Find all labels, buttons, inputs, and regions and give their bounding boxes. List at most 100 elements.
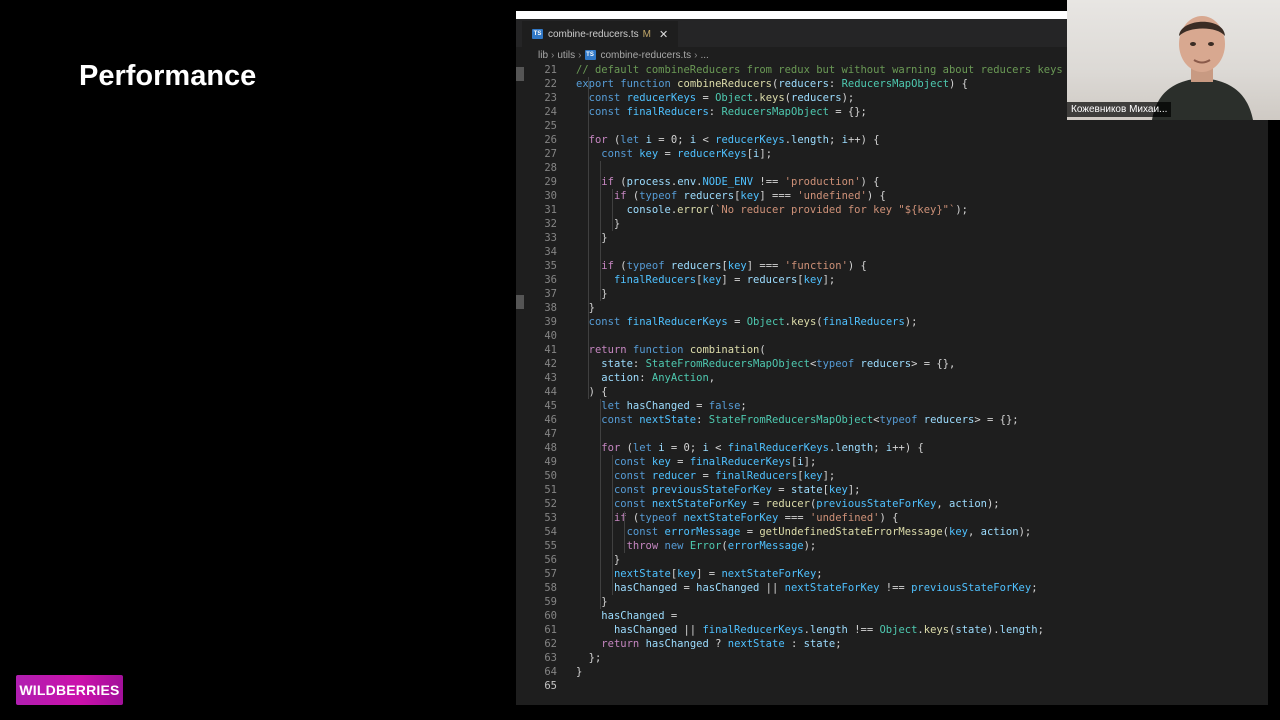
code-token: state — [601, 358, 633, 370]
code-line[interactable]: 46 const nextState: StateFromReducersMap… — [516, 413, 1268, 427]
code-token: ) { — [576, 386, 608, 398]
code-token: length — [791, 134, 829, 146]
code-line[interactable]: 48 for (let i = 0; i < finalReducerKeys.… — [516, 441, 1268, 455]
code-line[interactable]: 57 nextState[key] = nextStateForKey; — [516, 567, 1268, 581]
line-text: const nextStateForKey = reducer(previous… — [576, 497, 1000, 511]
chevron-right-icon: › — [694, 49, 698, 61]
code-token: ( — [759, 344, 766, 356]
line-number: 33 — [544, 232, 557, 244]
code-token: finalReducers — [613, 274, 697, 286]
code-line[interactable]: 27 const key = reducerKeys[i]; — [516, 147, 1268, 161]
code-line[interactable]: 38 } — [516, 301, 1268, 315]
code-token: , — [936, 498, 950, 510]
code-line[interactable]: 31 console.error(`No reducer provided fo… — [516, 203, 1268, 217]
code-line[interactable]: 54 const errorMessage = getUndefinedStat… — [516, 525, 1268, 539]
code-token: = — [746, 498, 766, 510]
code-line[interactable]: 32 } — [516, 217, 1268, 231]
typescript-file-icon: TS — [532, 29, 543, 39]
code-token: 'undefined' — [809, 512, 880, 524]
code-token: Object — [879, 624, 918, 636]
editor-tab[interactable]: TS combine-reducers.ts M ✕ — [522, 21, 679, 47]
code-line[interactable]: 25 — [516, 119, 1268, 133]
code-line[interactable]: 55 throw new Error(errorMessage); — [516, 539, 1268, 553]
code-line[interactable]: 36 finalReducers[key] = reducers[key]; — [516, 273, 1268, 287]
code-token: state — [790, 484, 823, 496]
code-line[interactable]: 45 let hasChanged = false; — [516, 399, 1268, 413]
code-token: }; — [576, 652, 602, 664]
code-line[interactable]: 33 } — [516, 231, 1268, 245]
code-token: reducers — [670, 260, 722, 272]
indent-guide — [612, 189, 613, 231]
code-line[interactable]: 28 — [516, 161, 1268, 175]
code-token: : — [784, 638, 804, 650]
code-token: nextStateForKey — [721, 568, 817, 580]
code-token: : — [696, 414, 709, 426]
code-line[interactable]: 60 hasChanged = — [516, 609, 1268, 623]
code-line[interactable]: 59 } — [516, 595, 1268, 609]
breadcrumb-item[interactable]: utils — [557, 50, 575, 61]
breadcrumb-item[interactable]: combine-reducers.ts — [601, 50, 692, 61]
code-line[interactable]: 29 if (process.env.NODE_ENV !== 'product… — [516, 175, 1268, 189]
code-line[interactable]: 61 hasChanged || finalReducerKeys.length… — [516, 623, 1268, 637]
code-token: ) { — [847, 260, 867, 272]
code-token: reducers — [778, 78, 829, 90]
code-line[interactable]: 63 }; — [516, 651, 1268, 665]
code-token: ]; — [759, 148, 773, 160]
code-line[interactable]: 51 const previousStateForKey = state[key… — [516, 483, 1268, 497]
code-line[interactable]: 49 const key = finalReducerKeys[i]; — [516, 455, 1268, 469]
breadcrumb-item[interactable]: ... — [700, 50, 708, 61]
line-number: 29 — [544, 176, 557, 188]
code-token: ). — [986, 624, 1000, 636]
code-line[interactable]: 44 ) { — [516, 385, 1268, 399]
code-line[interactable]: 41 return function combination( — [516, 343, 1268, 357]
code-line[interactable]: 52 const nextStateForKey = reducer(previ… — [516, 497, 1268, 511]
breadcrumb-item[interactable]: lib — [538, 50, 548, 61]
code-token: hasChanged — [645, 638, 709, 650]
code-token: error — [677, 204, 709, 216]
code-token: ]; — [847, 484, 861, 496]
code-line[interactable]: 50 const reducer = finalReducers[key]; — [516, 469, 1268, 483]
code-line[interactable]: 58 hasChanged = hasChanged || nextStateF… — [516, 581, 1268, 595]
code-line[interactable]: 37 } — [516, 287, 1268, 301]
line-text: } — [576, 595, 607, 609]
code-token: ] === — [746, 260, 785, 272]
code-line[interactable]: 56 } — [516, 553, 1268, 567]
code-line[interactable]: 43 action: AnyAction, — [516, 371, 1268, 385]
code-token: process — [626, 176, 671, 188]
code-line[interactable]: 47 — [516, 427, 1268, 441]
close-icon[interactable]: ✕ — [659, 28, 668, 41]
code-token: ) { — [860, 176, 880, 188]
line-number: 61 — [544, 624, 557, 636]
code-line[interactable]: 39 const finalReducerKeys = Object.keys(… — [516, 315, 1268, 329]
code-line[interactable]: 40 — [516, 329, 1268, 343]
code-token: ; — [1037, 624, 1044, 636]
code-token: hasChanged — [601, 610, 665, 622]
line-text: const reducer = finalReducers[key]; — [576, 469, 835, 483]
code-area[interactable]: 21 // default combineReducers from redux … — [516, 63, 1268, 693]
code-line[interactable]: 30 if (typeof reducers[key] === 'undefin… — [516, 189, 1268, 203]
code-token: const — [613, 470, 652, 482]
code-token: ; — [828, 134, 842, 146]
code-line[interactable]: 65 — [516, 679, 1268, 693]
code-line[interactable]: 53 if (typeof nextStateForKey === 'undef… — [516, 511, 1268, 525]
code-line[interactable]: 42 state: StateFromReducersMapObject<typ… — [516, 357, 1268, 371]
code-token: function — [620, 78, 678, 90]
code-line[interactable]: 35 if (typeof reducers[key] === 'functio… — [516, 259, 1268, 273]
code-line[interactable]: 62 return hasChanged ? nextState : state… — [516, 637, 1268, 651]
line-number: 40 — [544, 330, 557, 342]
code-line[interactable]: 64} — [516, 665, 1268, 679]
indent-guide — [600, 161, 601, 301]
code-line[interactable]: 26 for (let i = 0; i < reducerKeys.lengt… — [516, 133, 1268, 147]
code-token: } — [576, 232, 608, 244]
code-token: key — [639, 148, 659, 160]
code-line[interactable]: 34 — [516, 245, 1268, 259]
code-token: const — [626, 526, 665, 538]
code-token: throw — [626, 540, 665, 552]
indent-guide — [600, 399, 601, 609]
